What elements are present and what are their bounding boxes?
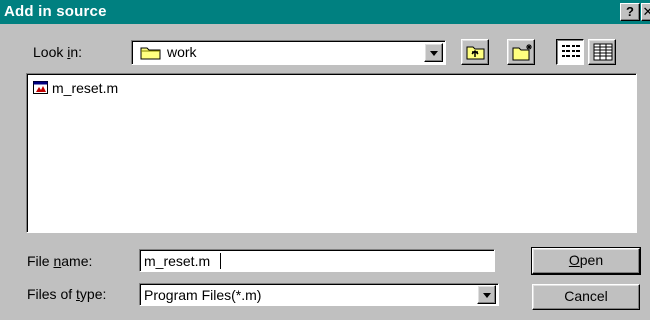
add-in-source-dialog: Add in source ? ✕ Look in: work m_reset.…: [0, 0, 650, 320]
look-in-dropdown-button[interactable]: [424, 43, 443, 62]
file-list[interactable]: m_reset.m: [26, 73, 637, 233]
cancel-button[interactable]: Cancel: [532, 284, 640, 310]
open-button[interactable]: Open: [531, 247, 641, 275]
files-of-type-dropdown-button[interactable]: [477, 285, 496, 304]
details-view-icon: [593, 43, 613, 61]
files-of-type-value: Program Files(*.m): [144, 287, 262, 303]
look-in-label: Look in:: [33, 44, 83, 60]
look-in-value: work: [167, 44, 197, 60]
list-view-icon: [562, 45, 580, 57]
files-of-type-label: Files of type:: [27, 286, 107, 302]
chevron-down-icon: [483, 293, 491, 298]
list-view-button[interactable]: [556, 39, 584, 65]
new-folder-icon: [512, 44, 532, 61]
file-name-input[interactable]: m_reset.m: [139, 249, 495, 272]
up-one-level-button[interactable]: [461, 39, 489, 65]
text-caret: [220, 253, 221, 269]
details-view-button[interactable]: [588, 39, 616, 65]
title-bar[interactable]: Add in source ? ✕: [0, 0, 650, 24]
folder-icon: [140, 45, 162, 63]
file-name-label: m_reset.m: [52, 80, 119, 96]
look-in-dropdown[interactable]: work: [131, 40, 446, 65]
close-button[interactable]: ✕: [641, 3, 650, 21]
help-button[interactable]: ?: [620, 3, 640, 21]
file-name-value: m_reset.m: [144, 253, 211, 269]
chevron-down-icon: [430, 51, 438, 56]
file-name-label: File name:: [27, 253, 93, 269]
window-title: Add in source: [4, 3, 107, 20]
up-folder-icon: [466, 46, 485, 60]
files-of-type-dropdown[interactable]: Program Files(*.m): [139, 283, 499, 306]
matlab-file-icon: [33, 81, 48, 94]
create-new-folder-button[interactable]: [507, 39, 535, 65]
